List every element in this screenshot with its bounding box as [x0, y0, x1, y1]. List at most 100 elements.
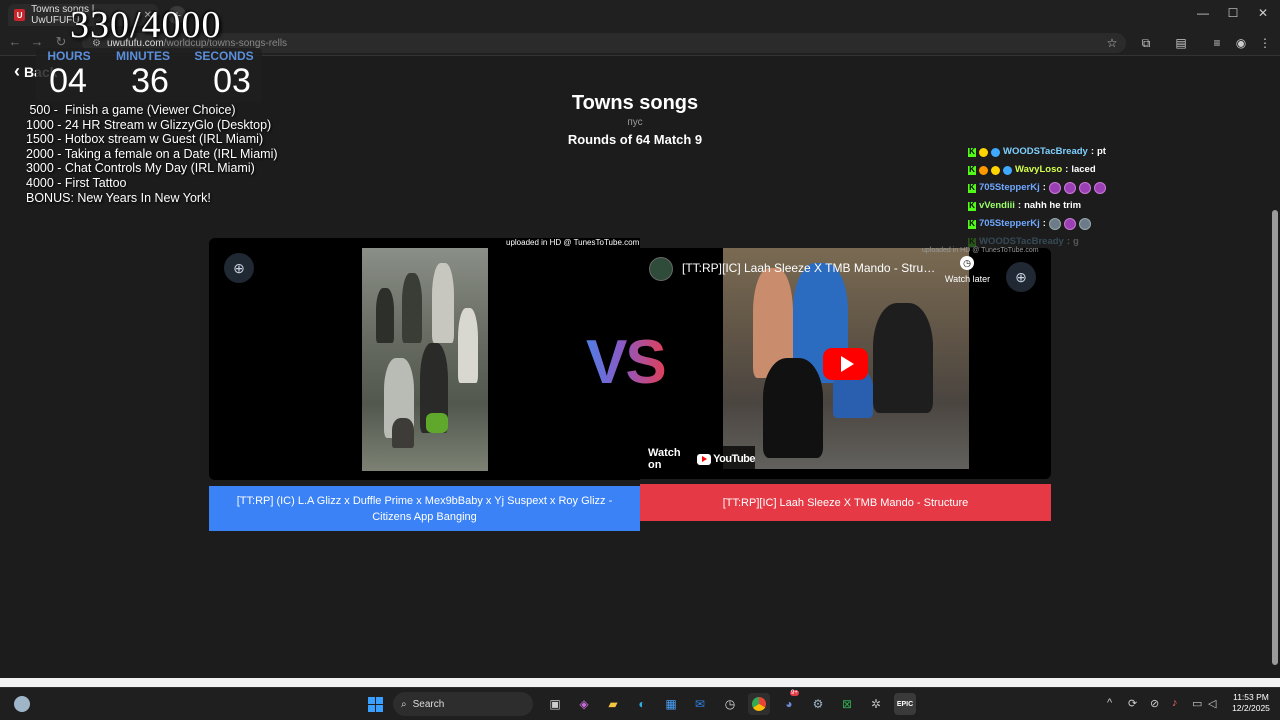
goal-item: BONUS: New Years In New York!: [26, 190, 211, 205]
chat-separator: :: [1090, 146, 1094, 157]
store-icon[interactable]: ▦: [660, 693, 682, 715]
task-view-icon[interactable]: ▣: [544, 693, 566, 715]
chat-username: WavyLoso: [1015, 164, 1063, 175]
back-arrow-icon[interactable]: ←: [6, 34, 24, 49]
kick-badge-icon: K: [968, 147, 976, 157]
minutes-label: MINUTES: [116, 49, 170, 63]
hours-label: HOURS: [47, 49, 91, 63]
eye-off-icon[interactable]: ⊘: [1150, 697, 1159, 710]
seconds-value: 03: [213, 62, 251, 100]
network-icon[interactable]: ▭: [1192, 697, 1202, 710]
seconds-label: SECONDS: [194, 49, 254, 63]
goal-list: 500 - Finish a game (Viewer Choice) 1000…: [26, 103, 278, 205]
maximize-button[interactable]: ☐: [1218, 6, 1248, 20]
start-menu-icon[interactable]: [364, 693, 386, 715]
site-favicon-icon: U: [14, 9, 26, 21]
chat-username: 705StepperKj: [979, 218, 1040, 229]
chat-overlay: K WOODSTacBready: pt K WavyLoso: laced K…: [968, 143, 1106, 251]
settings-icon[interactable]: ✲: [865, 693, 887, 715]
right-zoom-in-icon[interactable]: ⊕: [1006, 262, 1036, 292]
chat-message: K vVendiii: nahh he trim: [968, 197, 1106, 215]
chat-message: K 705StepperKj:: [968, 179, 1106, 197]
close-window-button[interactable]: ✕: [1248, 6, 1278, 20]
chat-separator: :: [1042, 218, 1046, 229]
youtube-wordmark: YouTube: [713, 453, 755, 465]
edge-icon[interactable]: ◐: [631, 693, 653, 715]
widgets-icon[interactable]: [11, 693, 33, 715]
emote-icon: [1063, 218, 1076, 230]
gem-badge-icon: [991, 147, 1000, 157]
channel-avatar[interactable]: [649, 257, 673, 281]
emote-icon: [1078, 182, 1091, 194]
epic-games-icon[interactable]: EPIC: [894, 693, 916, 715]
minutes-value: 36: [131, 62, 169, 100]
sub-badge-icon: [979, 147, 988, 157]
file-explorer-icon[interactable]: ▰: [602, 693, 624, 715]
emote-icon: [1093, 182, 1106, 194]
play-icon: [840, 356, 854, 372]
chat-separator: :: [1065, 164, 1069, 175]
outlook-icon[interactable]: ✉: [689, 693, 711, 715]
goal-item: 500 - Finish a game (Viewer Choice): [26, 103, 236, 117]
emote-icon: [1063, 182, 1076, 194]
steam-icon[interactable]: ⚙: [807, 693, 829, 715]
split-view-icon[interactable]: ▤: [1172, 34, 1190, 52]
chat-message: K WOODSTacBready: pt: [968, 143, 1106, 161]
xbox-icon[interactable]: ⊠: [836, 693, 858, 715]
chat-username: 705StepperKj: [979, 182, 1040, 193]
youtube-video-title[interactable]: [TT:RP][IC] Laah Sleeze X TMB Mando - St…: [682, 261, 937, 275]
scrollbar-thumb[interactable]: [1272, 210, 1278, 665]
left-upload-note: uploaded in HD @ TunesToTube.com: [506, 238, 640, 247]
goal-item: 1500 - Hotbox stream w Guest (IRL Miami): [26, 132, 264, 147]
chat-text: pt: [1097, 146, 1106, 157]
microphone-icon[interactable]: ♪: [1172, 697, 1178, 709]
sync-icon[interactable]: ⟳: [1128, 697, 1137, 710]
youtube-play-button[interactable]: [823, 348, 868, 380]
minimize-button[interactable]: —: [1188, 6, 1218, 20]
menu-icon[interactable]: ⋮: [1256, 34, 1274, 52]
chevron-up-icon[interactable]: ^: [1107, 697, 1112, 709]
watch-on-label: Watch on: [648, 447, 681, 471]
chat-separator: :: [1042, 182, 1046, 193]
notification-badge: 9+: [790, 690, 799, 696]
emote-icon: [1078, 218, 1091, 230]
search-placeholder: Search: [412, 698, 445, 710]
kick-badge-icon: K: [968, 183, 976, 193]
watch-later-button[interactable]: Watch later: [940, 274, 995, 284]
extensions-icon[interactable]: ⧉: [1137, 34, 1155, 52]
volume-icon[interactable]: ◁: [1208, 697, 1216, 710]
bookmark-star-icon[interactable]: ☆: [1103, 34, 1121, 52]
goal-item: 3000 - Chat Controls My Day (IRL Miami): [26, 161, 255, 176]
right-upload-note: uploaded in HD @ TunesToTube.com: [922, 247, 1039, 254]
system-clock[interactable]: 11:53 PM 12/2/2025: [1226, 692, 1276, 714]
goal-item: 1000 - 24 HR Stream w GlizzyGlo (Desktop…: [26, 117, 272, 132]
kick-badge-icon: K: [968, 201, 976, 211]
hours-value: 04: [49, 62, 87, 100]
clock-app-icon[interactable]: ◷: [719, 693, 741, 715]
clock-icon[interactable]: ◷: [960, 256, 974, 270]
clock-date: 12/2/2025: [1232, 703, 1270, 713]
media-controls-icon[interactable]: ≡: [1208, 34, 1226, 52]
chat-message: K WavyLoso: laced: [968, 161, 1106, 179]
goal-item: 4000 - First Tattoo: [26, 175, 127, 190]
choose-left-button[interactable]: [TT:RP] (IC) L.A Glizz x Duffle Prime x …: [209, 486, 640, 531]
kick-badge-icon: K: [968, 165, 976, 175]
chat-username: WOODSTacBready: [1003, 146, 1088, 157]
gem-badge-icon: [1003, 165, 1012, 175]
kick-badge-icon: K: [968, 237, 976, 247]
watch-on-youtube-button[interactable]: Watch on YouTube: [641, 446, 755, 472]
horizontal-scrollbar[interactable]: [0, 678, 1280, 687]
profile-icon[interactable]: ◉: [1232, 34, 1250, 52]
chat-text: nahh he trim: [1024, 200, 1082, 211]
chat-text: laced: [1071, 164, 1096, 175]
discord-icon[interactable]: ◕ 9+: [778, 690, 800, 715]
star-badge-icon: [991, 165, 1000, 175]
chrome-icon[interactable]: [748, 693, 770, 715]
left-zoom-in-icon[interactable]: ⊕: [224, 253, 254, 283]
taskbar-search[interactable]: ⌕ Search: [393, 692, 533, 716]
choose-right-button[interactable]: [TT:RP][IC] Laah Sleeze X TMB Mando - St…: [640, 484, 1051, 521]
forward-arrow-icon[interactable]: →: [28, 34, 46, 49]
left-video-thumbnail: [362, 248, 488, 471]
copilot-icon[interactable]: ◈: [573, 693, 595, 715]
emote-icon: [1048, 182, 1061, 194]
